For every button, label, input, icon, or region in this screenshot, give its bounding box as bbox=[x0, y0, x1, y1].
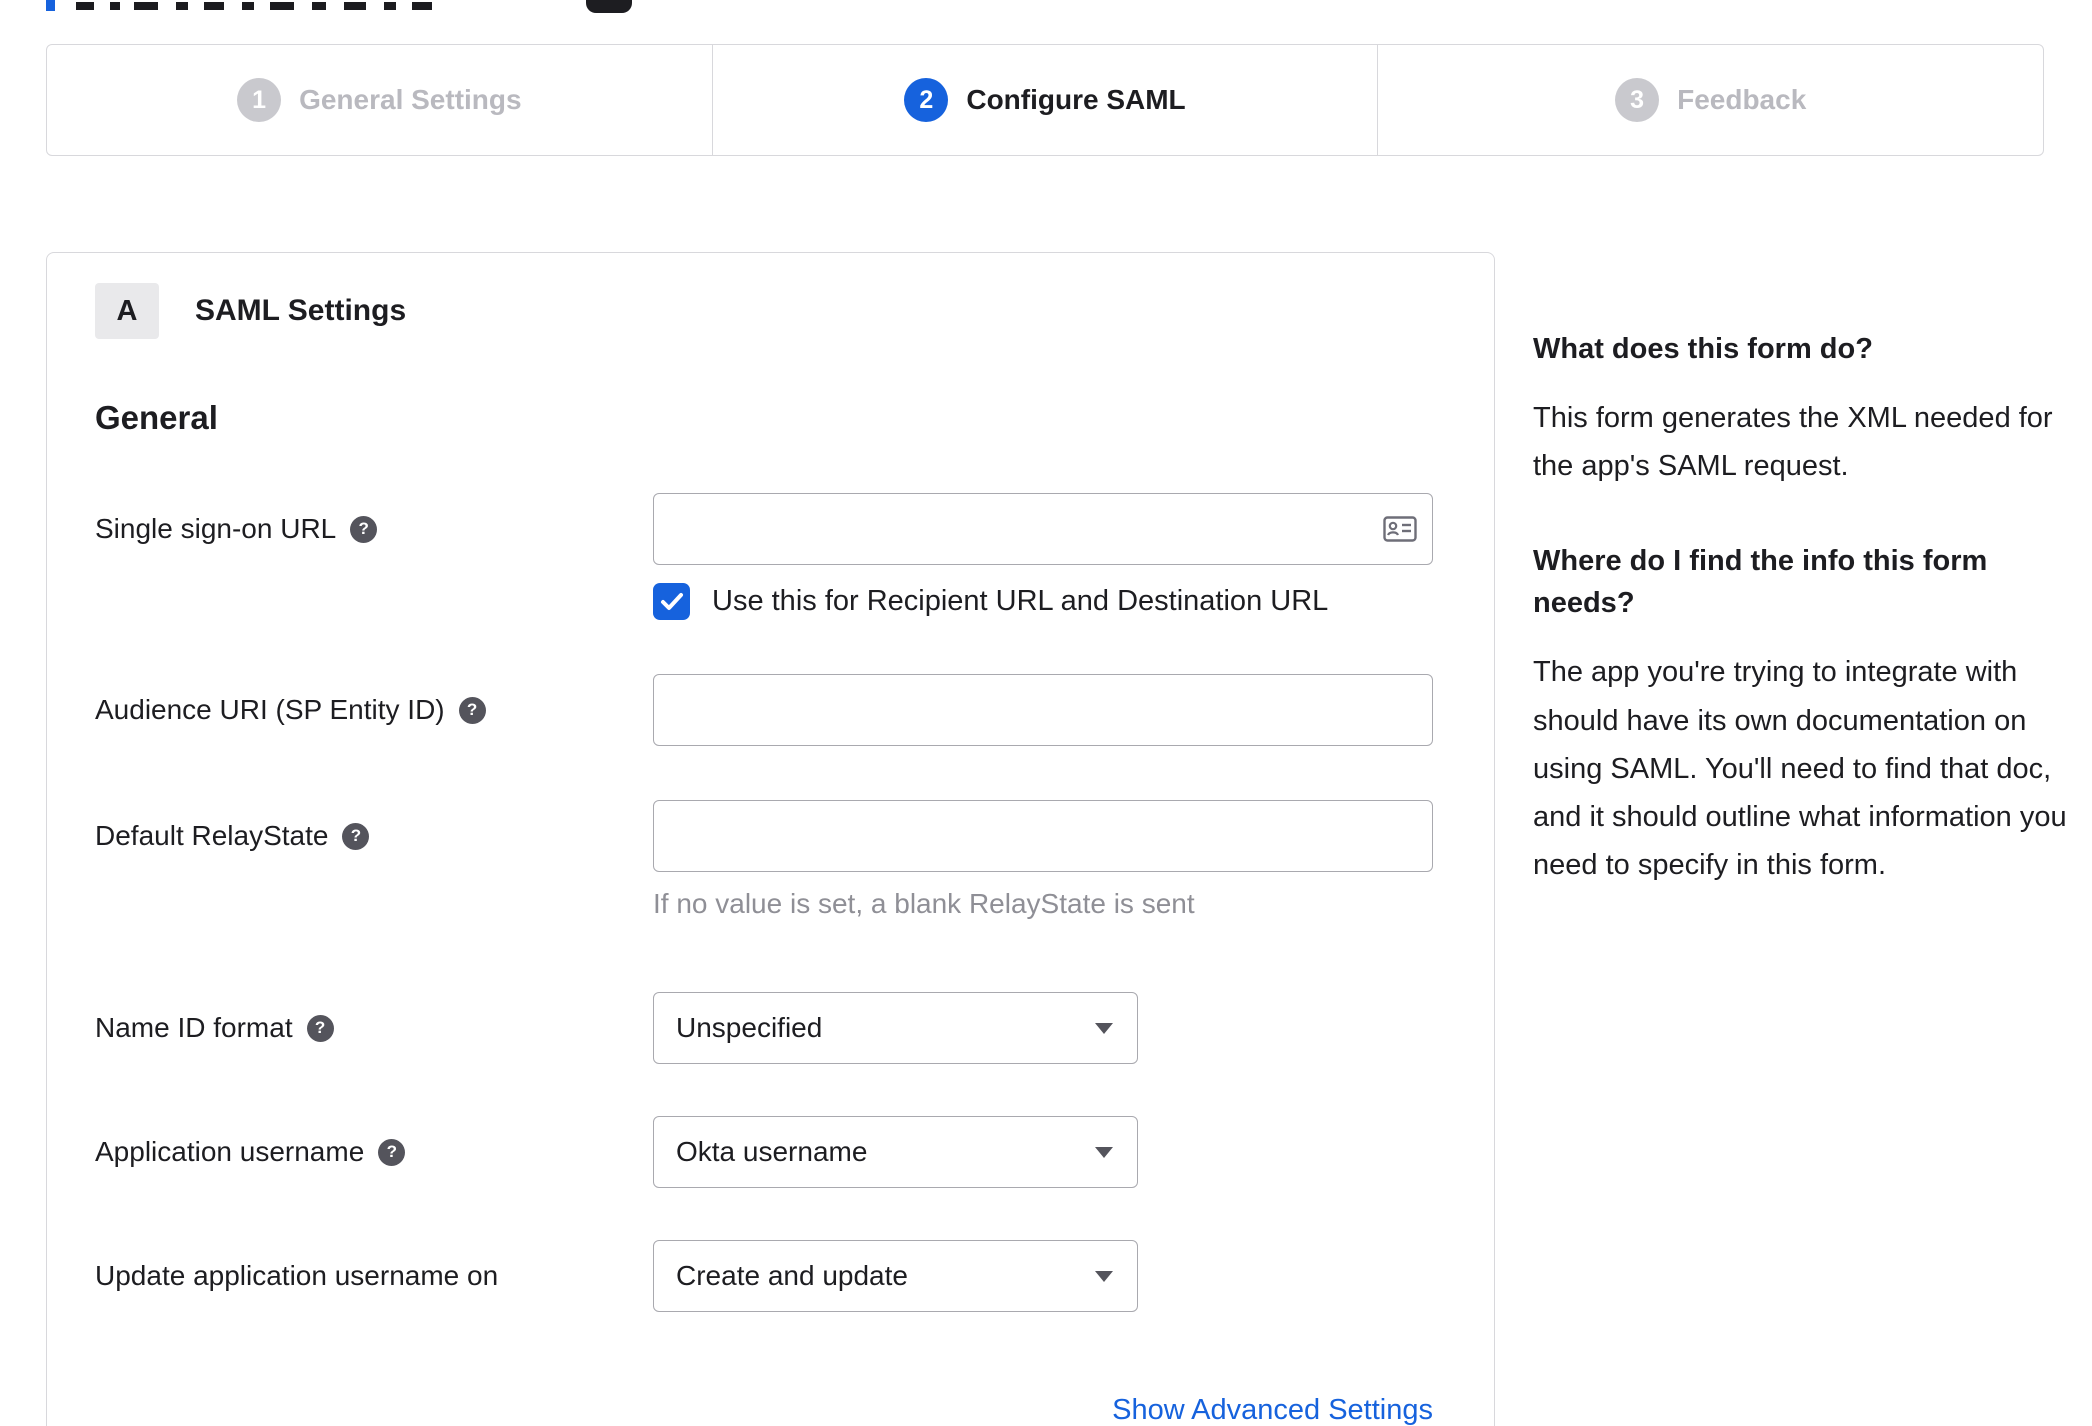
default-relaystate-hint: If no value is set, a blank RelayState i… bbox=[653, 888, 1195, 919]
step-label: Configure SAML bbox=[966, 84, 1186, 115]
clipped-app-icon bbox=[586, 0, 632, 13]
recipient-url-checkbox[interactable] bbox=[653, 583, 690, 620]
application-username-label: Application username bbox=[95, 1136, 365, 1167]
update-app-username-value: Create and update bbox=[676, 1260, 908, 1291]
help-icon[interactable]: ? bbox=[342, 822, 370, 850]
card-title: SAML Settings bbox=[195, 294, 407, 327]
card-header: A SAML Settings bbox=[95, 283, 1433, 339]
help-body-2: The app you're trying to integrate with … bbox=[1533, 656, 2067, 881]
audience-uri-label: Audience URI (SP Entity ID) bbox=[95, 694, 445, 725]
help-body-1: This form generates the XML needed for t… bbox=[1533, 402, 2053, 483]
section-a-badge: A bbox=[95, 283, 159, 339]
name-id-format-label: Name ID format bbox=[95, 1012, 293, 1043]
contact-card-icon bbox=[1383, 516, 1417, 542]
help-icon[interactable]: ? bbox=[306, 1014, 334, 1042]
step-label: Feedback bbox=[1677, 84, 1807, 115]
field-row-update-app-username: Update application username on Create an… bbox=[95, 1240, 1433, 1312]
wizard-stepper: 1 General Settings 2 Configure SAML 3 Fe… bbox=[46, 44, 2044, 156]
audience-uri-label-wrap: Audience URI (SP Entity ID) ? bbox=[95, 674, 653, 746]
name-id-format-value: Unspecified bbox=[676, 1012, 823, 1043]
help-icon[interactable]: ? bbox=[350, 515, 378, 543]
application-username-value: Okta username bbox=[676, 1136, 868, 1167]
audience-uri-input[interactable] bbox=[653, 674, 1433, 746]
recipient-url-checkbox-row: Use this for Recipient URL and Destinati… bbox=[653, 583, 1433, 620]
update-app-username-select[interactable]: Create and update bbox=[653, 1240, 1138, 1312]
default-relaystate-label: Default RelayState bbox=[95, 820, 329, 851]
name-id-format-select[interactable]: Unspecified bbox=[653, 992, 1138, 1064]
step-number-badge: 1 bbox=[237, 78, 282, 122]
field-row-sso-url: Single sign-on URL ? Use this for Recipi… bbox=[95, 493, 1433, 620]
application-username-label-wrap: Application username ? bbox=[95, 1116, 653, 1188]
help-heading-2: Where do I find the info this form needs… bbox=[1533, 545, 1988, 620]
sso-url-input[interactable] bbox=[653, 493, 1433, 565]
default-relaystate-input[interactable] bbox=[653, 800, 1433, 872]
help-icon[interactable]: ? bbox=[378, 1138, 406, 1166]
step-feedback[interactable]: 3 Feedback bbox=[1377, 45, 2043, 155]
configure-saml-page: 1 General Settings 2 Configure SAML 3 Fe… bbox=[0, 0, 2092, 1426]
step-number-badge: 2 bbox=[904, 78, 949, 122]
recipient-url-checkbox-label: Use this for Recipient URL and Destinati… bbox=[712, 585, 1329, 617]
step-label: General Settings bbox=[299, 84, 522, 115]
default-relaystate-label-wrap: Default RelayState ? bbox=[95, 800, 653, 872]
field-row-name-id-format: Name ID format ? Unspecified bbox=[95, 992, 1433, 1064]
field-row-default-relaystate: Default RelayState ? If no value is set,… bbox=[95, 800, 1433, 920]
saml-settings-card: A SAML Settings General Single sign-on U… bbox=[46, 252, 1495, 1426]
field-row-audience-uri: Audience URI (SP Entity ID) ? bbox=[95, 674, 1433, 746]
show-advanced-settings-link[interactable]: Show Advanced Settings bbox=[1112, 1394, 1433, 1426]
sso-url-label-wrap: Single sign-on URL ? bbox=[95, 493, 653, 565]
chevron-down-icon bbox=[1095, 1146, 1113, 1158]
sso-url-label: Single sign-on URL bbox=[95, 513, 337, 544]
field-row-application-username: Application username ? Okta username bbox=[95, 1116, 1433, 1188]
clipped-title-accent bbox=[46, 0, 55, 11]
chevron-down-icon bbox=[1095, 1270, 1113, 1282]
step-configure-saml[interactable]: 2 Configure SAML bbox=[711, 45, 1378, 155]
update-app-username-label-wrap: Update application username on bbox=[95, 1240, 653, 1312]
help-sidebar: What does this form do? This form genera… bbox=[1533, 328, 2073, 939]
help-icon[interactable]: ? bbox=[458, 696, 486, 724]
update-app-username-label: Update application username on bbox=[95, 1260, 499, 1291]
group-title-general: General bbox=[95, 399, 218, 436]
chevron-down-icon bbox=[1095, 1022, 1113, 1034]
help-heading-1: What does this form do? bbox=[1533, 333, 1873, 365]
application-username-select[interactable]: Okta username bbox=[653, 1116, 1138, 1188]
step-general-settings[interactable]: 1 General Settings bbox=[47, 45, 712, 155]
advanced-settings-row: Show Advanced Settings bbox=[95, 1394, 1433, 1426]
step-number-badge: 3 bbox=[1615, 78, 1660, 122]
name-id-format-label-wrap: Name ID format ? bbox=[95, 992, 653, 1064]
